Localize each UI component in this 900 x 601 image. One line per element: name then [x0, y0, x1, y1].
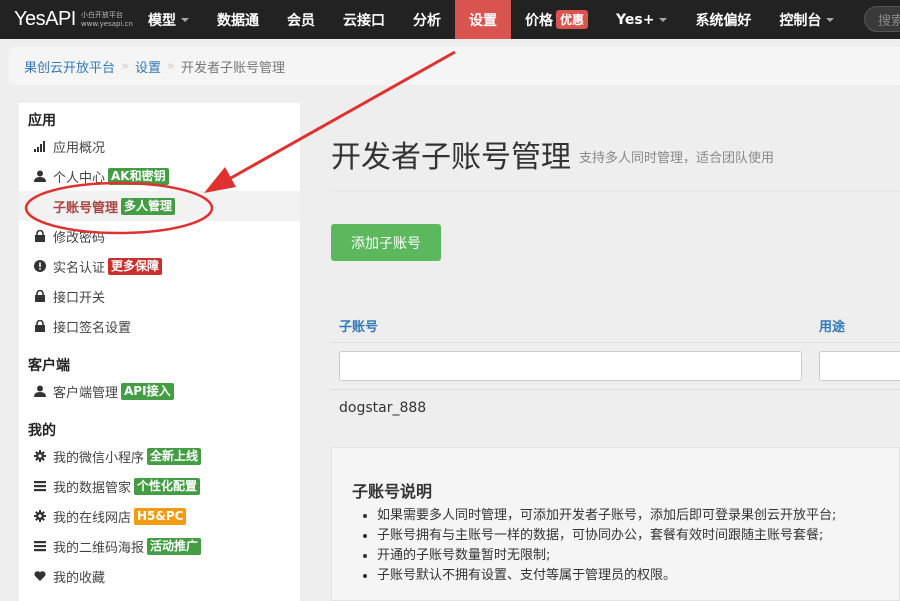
- column-header-purpose[interactable]: 用途: [819, 316, 845, 335]
- sidebar-section-app: 应用: [28, 113, 56, 129]
- logo[interactable]: YesAPI 小白开放平台 www.yesapi.cn: [0, 0, 134, 39]
- heart-icon: [34, 570, 46, 582]
- info-title: 子账号说明: [352, 482, 433, 501]
- signal-icon: [34, 140, 46, 152]
- sidebar-item-favorites[interactable]: 我的收藏: [19, 561, 300, 591]
- badge: 多人管理: [121, 197, 176, 215]
- sidebar-item-change-password[interactable]: 修改密码: [19, 221, 300, 251]
- nav-item-datatong[interactable]: 数据通: [203, 0, 273, 39]
- list-icon: [34, 480, 46, 492]
- sidebar-item-label: 我的二维码海报: [53, 540, 145, 556]
- sidebar-section-mine: 我的: [28, 423, 56, 439]
- nav-item-member[interactable]: 会员: [273, 0, 329, 39]
- sidebar-item-qrcode-poster[interactable]: 我的二维码海报 活动推广: [19, 531, 300, 561]
- caret-down-icon: [826, 17, 835, 22]
- breadcrumb-home[interactable]: 果创云开放平台: [24, 57, 115, 76]
- divider: [331, 191, 900, 192]
- sidebar-item-label: 接口开关: [53, 290, 106, 306]
- lock-icon: [34, 320, 46, 332]
- sidebar: 应用 应用概况 个人中心 AK和密钥 子账号管理 多人管理 修改密码 实名认证 …: [19, 103, 300, 601]
- add-subaccount-button[interactable]: 添加子账号: [331, 224, 441, 261]
- search-input[interactable]: 搜索: [864, 6, 900, 32]
- breadcrumb-settings[interactable]: 设置: [135, 57, 161, 76]
- sidebar-item-label: 我的微信小程序: [53, 450, 145, 466]
- purpose-filter-input[interactable]: [819, 351, 900, 381]
- sidebar-item-subaccount[interactable]: 子账号管理 多人管理: [19, 191, 300, 221]
- info-list: 如果需要多人同时管理，可添加开发者子账号，添加后即可登录果创云开放平台; 子账号…: [357, 506, 836, 586]
- nav-item-preferences[interactable]: 系统偏好: [681, 0, 765, 39]
- info-item: 子账号默认不拥有设置、支付等属于管理员的权限。: [377, 566, 836, 586]
- nav-item-cloud-api[interactable]: 云接口: [329, 0, 399, 39]
- nav-item-price[interactable]: 价格 优惠: [511, 0, 602, 39]
- list-icon: [34, 540, 46, 552]
- breadcrumb-current: 开发者子账号管理: [180, 60, 285, 76]
- info-item: 开通的子账号数量暂时无限制;: [377, 546, 836, 566]
- page-subtitle: 支持多人同时管理，适合团队使用: [579, 151, 775, 166]
- page-title: 开发者子账号管理: [331, 140, 571, 175]
- nav-item-settings[interactable]: 设置: [455, 0, 511, 39]
- badge: 个性化配置: [134, 477, 201, 495]
- breadcrumb-separator: »: [167, 58, 175, 74]
- sidebar-item-data-manager[interactable]: 我的数据管家 个性化配置: [19, 471, 300, 501]
- gear-icon: [34, 450, 46, 462]
- sidebar-item-label: 子账号管理: [53, 200, 119, 216]
- lock-icon: [34, 290, 46, 302]
- sidebar-item-personal-center[interactable]: 个人中心 AK和密钥: [19, 161, 300, 191]
- breadcrumb: 果创云开放平台 » 设置 » 开发者子账号管理: [9, 47, 900, 85]
- sidebar-item-real-name[interactable]: 实名认证 更多保障: [19, 251, 300, 281]
- exclamation-circle-icon: [34, 260, 46, 272]
- discount-badge: 优惠: [556, 10, 589, 29]
- sidebar-item-label: 应用概况: [53, 140, 106, 156]
- user-icon: [34, 385, 46, 397]
- badge: AK和密钥: [108, 167, 169, 185]
- sidebar-item-label: 客户端管理: [53, 385, 119, 401]
- sidebar-item-wechat-miniapp[interactable]: 我的微信小程序 全新上线: [19, 441, 300, 471]
- user-icon: [34, 170, 46, 182]
- table-cell-subaccount: dogstar_888: [339, 400, 427, 416]
- sidebar-item-label: 我的在线网店: [53, 510, 132, 526]
- sidebar-item-api-signature[interactable]: 接口签名设置: [19, 311, 300, 341]
- caret-down-icon: [659, 17, 668, 22]
- badge: API接入: [121, 382, 174, 400]
- info-item: 如果需要多人同时管理，可添加开发者子账号，添加后即可登录果创云开放平台;: [377, 506, 836, 526]
- sidebar-item-api-switch[interactable]: 接口开关: [19, 281, 300, 311]
- badge: 更多保障: [108, 257, 163, 275]
- logo-text: YesAPI: [14, 8, 76, 30]
- lock-icon: [34, 230, 46, 242]
- subaccount-filter-input[interactable]: [339, 351, 802, 381]
- sidebar-item-label: 实名认证: [53, 260, 106, 276]
- gear-icon: [34, 510, 46, 522]
- nav-item-console[interactable]: 控制台: [765, 0, 848, 39]
- sidebar-section-client: 客户端: [28, 358, 70, 374]
- logo-subtitle: 小白开放平台 www.yesapi.cn: [80, 10, 133, 28]
- caret-down-icon: [181, 17, 189, 22]
- nav-item-model[interactable]: 模型: [134, 0, 203, 39]
- info-item: 子账号拥有与主账号一样的数据，可协同办公，套餐有效时间跟随主账号套餐;: [377, 526, 836, 546]
- nav-item-analysis[interactable]: 分析: [399, 0, 455, 39]
- nav-item-yes-plus[interactable]: Yes+: [602, 0, 681, 39]
- top-navbar: YesAPI 小白开放平台 www.yesapi.cn 模型 数据通 会员 云接…: [0, 0, 900, 39]
- sidebar-item-client-manage[interactable]: 客户端管理 API接入: [19, 376, 300, 406]
- badge: 活动推广: [147, 537, 202, 555]
- sidebar-item-label: 个人中心: [53, 170, 106, 186]
- badge: H5&PC: [134, 507, 187, 525]
- sidebar-item-label: 修改密码: [53, 230, 106, 246]
- subaccount-info-panel: 子账号说明 如果需要多人同时管理，可添加开发者子账号，添加后即可登录果创云开放平…: [331, 447, 900, 601]
- sidebar-item-online-shop[interactable]: 我的在线网店 H5&PC: [19, 501, 300, 531]
- table-header-divider: [331, 342, 900, 343]
- sidebar-item-app-overview[interactable]: 应用概况: [19, 131, 300, 161]
- badge: 全新上线: [147, 447, 202, 465]
- table-row-divider: [331, 389, 900, 390]
- sidebar-item-label: 我的数据管家: [53, 480, 132, 496]
- breadcrumb-separator: »: [121, 58, 129, 74]
- sidebar-item-label: 接口签名设置: [53, 320, 132, 336]
- sidebar-item-label: 我的收藏: [53, 570, 106, 586]
- column-header-subaccount[interactable]: 子账号: [339, 316, 378, 335]
